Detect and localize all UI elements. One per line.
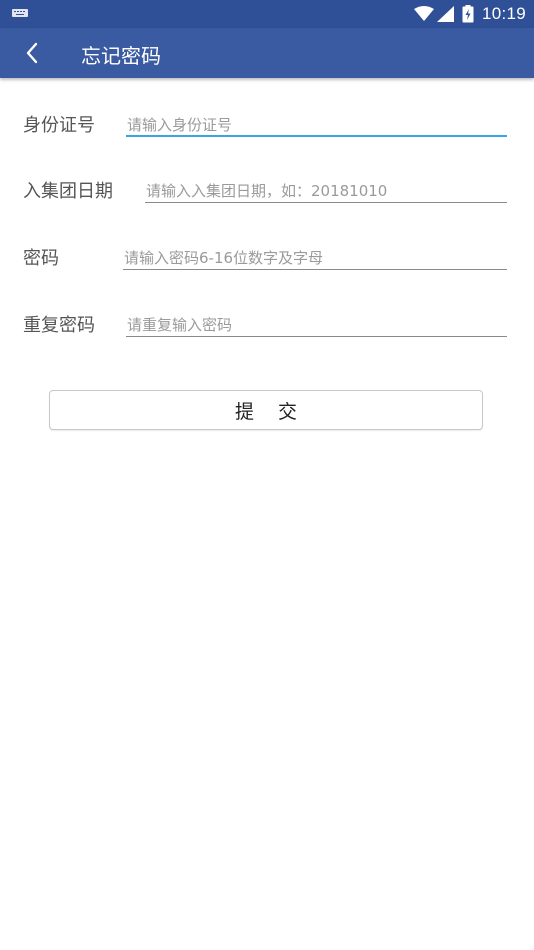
keyboard-icon [12, 9, 28, 17]
id-number-input[interactable] [126, 107, 507, 143]
id-number-underline [126, 135, 507, 137]
form-row-join-date: 入集团日期 [0, 169, 534, 209]
confirm-password-underline [126, 336, 507, 337]
confirm-password-input[interactable] [126, 307, 507, 343]
password-input[interactable] [123, 240, 507, 276]
back-button[interactable] [16, 37, 48, 69]
status-bar: 10:19 [0, 0, 534, 28]
form-row-id-number: 身份证号 [0, 103, 534, 143]
status-time: 10:19 [481, 4, 526, 23]
chevron-left-icon [26, 42, 38, 64]
battery-charging-icon [462, 5, 474, 23]
join-date-label: 入集团日期 [23, 181, 113, 202]
wifi-icon [413, 6, 434, 21]
password-label: 密码 [23, 248, 59, 269]
confirm-password-label: 重复密码 [23, 315, 95, 336]
form-row-confirm-password: 重复密码 [0, 303, 534, 343]
password-underline [123, 269, 507, 270]
app-bar: 忘记密码 [0, 28, 534, 78]
join-date-underline [145, 202, 507, 203]
join-date-input[interactable] [145, 173, 507, 209]
form-row-password: 密码 [0, 236, 534, 276]
id-number-label: 身份证号 [23, 115, 95, 136]
status-icons: 10:19 [413, 0, 526, 28]
page-title: 忘记密码 [81, 44, 161, 68]
submit-button[interactable]: 提交 [49, 390, 483, 430]
cell-signal-icon [436, 6, 454, 22]
